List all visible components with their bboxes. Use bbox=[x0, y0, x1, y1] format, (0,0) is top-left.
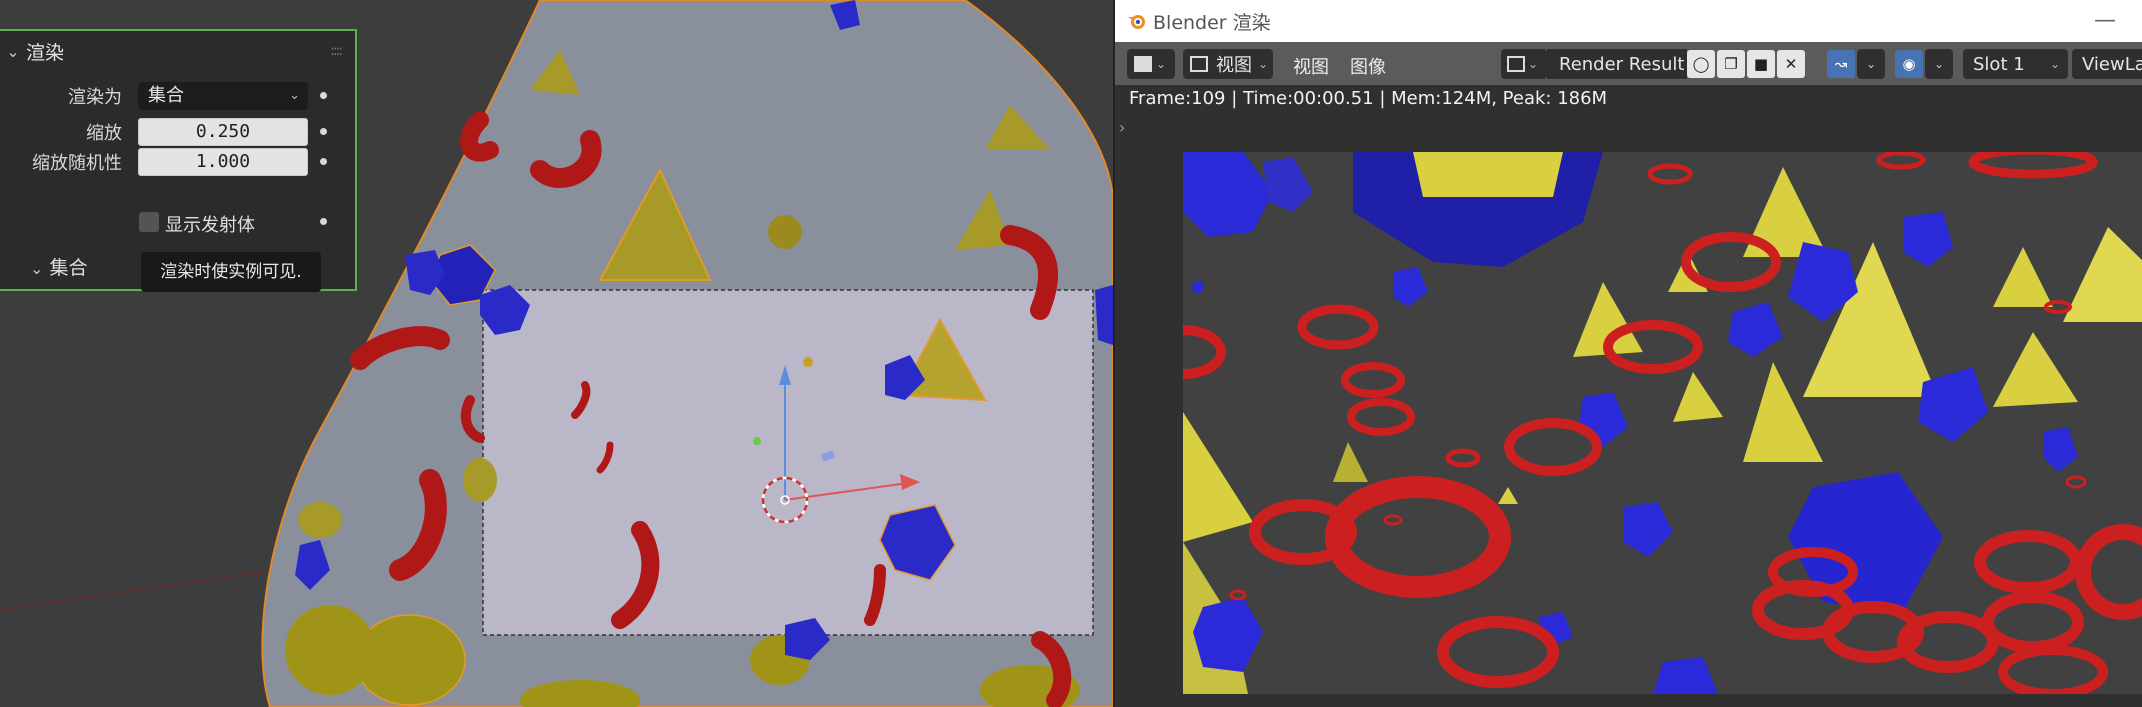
render-as-row: 渲染为 集合 ⌄ bbox=[0, 81, 355, 111]
render-window: Blender 渲染 — ⌄ 视图 ⌄ 视图 图像 ⌄ Render Resul… bbox=[1113, 0, 2142, 707]
slot-dropdown[interactable]: Slot 1 ⌄ bbox=[1963, 49, 2068, 79]
view-mode-dropdown[interactable]: 视图 ⌄ bbox=[1183, 49, 1273, 79]
collection-subpanel-title: 集合 bbox=[49, 257, 88, 279]
camera-frame bbox=[482, 289, 1094, 636]
render-result-image[interactable] bbox=[1183, 152, 2142, 694]
keyframe-dot-icon[interactable] bbox=[320, 218, 327, 225]
overlays-dropdown[interactable]: ⌄ bbox=[1925, 49, 1953, 79]
menu-image[interactable]: 图像 bbox=[1350, 53, 1386, 79]
chevron-down-icon: ⌄ bbox=[2049, 57, 2060, 71]
chevron-down-icon[interactable]: ⌄ bbox=[0, 42, 26, 61]
blender-logo-icon bbox=[1127, 11, 1147, 31]
keyframe-dot-icon[interactable] bbox=[320, 158, 327, 165]
image-editor-icon bbox=[1134, 56, 1152, 72]
sample-tool-icon[interactable]: ↝ bbox=[1827, 50, 1855, 78]
image-browse-button[interactable]: ⌄ bbox=[1501, 49, 1547, 79]
view-layer-label: ViewLay bbox=[2082, 53, 2142, 75]
scale-row: 缩放 0.250 bbox=[0, 117, 355, 147]
duplicate-image-icon[interactable]: ❐ bbox=[1717, 50, 1745, 78]
chevron-down-icon: ⌄ bbox=[289, 88, 300, 103]
view-layer-dropdown[interactable]: ViewLay bbox=[2072, 49, 2142, 79]
chevron-down-icon: ⌄ bbox=[1258, 57, 1269, 71]
window-title: Blender 渲染 bbox=[1153, 11, 1271, 34]
keyframe-dot-icon[interactable] bbox=[320, 128, 327, 135]
render-section-header[interactable]: ⌄ 渲染 :::: bbox=[0, 31, 355, 71]
image-name-field[interactable]: Render Result bbox=[1547, 49, 1687, 79]
image-editor-header: ⌄ 视图 ⌄ 视图 图像 ⌄ Render Result ◯ ❐ ■ ✕ ↝ ⌄… bbox=[1115, 42, 2142, 85]
scale-random-field[interactable]: 1.000 bbox=[138, 148, 308, 176]
collection-subpanel-header[interactable]: ⌄ 集合 bbox=[30, 253, 87, 280]
chevron-down-icon: ⌄ bbox=[1156, 57, 1167, 71]
image-icon bbox=[1507, 56, 1525, 72]
editor-type-button[interactable]: ⌄ bbox=[1127, 49, 1175, 79]
slot-label: Slot 1 bbox=[1973, 53, 2025, 75]
open-folder-icon[interactable]: ■ bbox=[1747, 50, 1775, 78]
image-icon bbox=[1190, 56, 1208, 72]
render-as-label: 渲染为 bbox=[68, 87, 122, 108]
close-image-icon[interactable]: ✕ bbox=[1777, 50, 1805, 78]
tooltip: 渲染时使实例可见. bbox=[141, 252, 321, 292]
minimize-icon[interactable]: — bbox=[2094, 8, 2116, 33]
render-as-dropdown[interactable]: 集合 ⌄ bbox=[138, 82, 308, 110]
show-emitter-row: 显示发射体 bbox=[0, 207, 355, 237]
scale-label: 缩放 bbox=[86, 123, 122, 144]
3d-viewport[interactable]: ⌄ 渲染 :::: 渲染为 集合 ⌄ 缩放 0.250 缩放随机性 1.000 … bbox=[0, 0, 1113, 707]
image-name-label: Render Result bbox=[1559, 53, 1685, 75]
show-emitter-label: 显示发射体 bbox=[165, 215, 255, 236]
sidebar-expand-icon[interactable]: › bbox=[1119, 118, 1125, 137]
chevron-down-icon: ⌄ bbox=[1865, 57, 1877, 71]
menu-view[interactable]: 视图 bbox=[1293, 53, 1329, 79]
chevron-down-icon: ⌄ bbox=[1528, 57, 1539, 71]
fake-user-shield-icon[interactable]: ◯ bbox=[1687, 50, 1715, 78]
render-scene bbox=[1183, 152, 2142, 694]
scale-random-row: 缩放随机性 1.000 bbox=[0, 147, 355, 177]
drag-grip-icon[interactable]: :::: bbox=[330, 43, 343, 59]
tool-options-dropdown[interactable]: ⌄ bbox=[1857, 49, 1885, 79]
overlays-icon[interactable]: ◉ bbox=[1895, 50, 1923, 78]
keyframe-dot-icon[interactable] bbox=[320, 92, 327, 99]
render-section-title: 渲染 bbox=[26, 41, 65, 64]
view-mode-label: 视图 bbox=[1216, 55, 1252, 76]
window-titlebar[interactable]: Blender 渲染 — bbox=[1115, 0, 2142, 42]
render-as-value: 集合 bbox=[148, 85, 184, 106]
chevron-down-icon: ⌄ bbox=[1933, 57, 1945, 71]
scale-random-label: 缩放随机性 bbox=[32, 153, 122, 174]
render-status: Frame:109 | Time:00:00.51 | Mem:124M, Pe… bbox=[1129, 88, 1608, 109]
show-emitter-checkbox[interactable] bbox=[139, 212, 159, 232]
scale-field[interactable]: 0.250 bbox=[138, 118, 308, 146]
chevron-down-icon: ⌄ bbox=[30, 259, 44, 278]
